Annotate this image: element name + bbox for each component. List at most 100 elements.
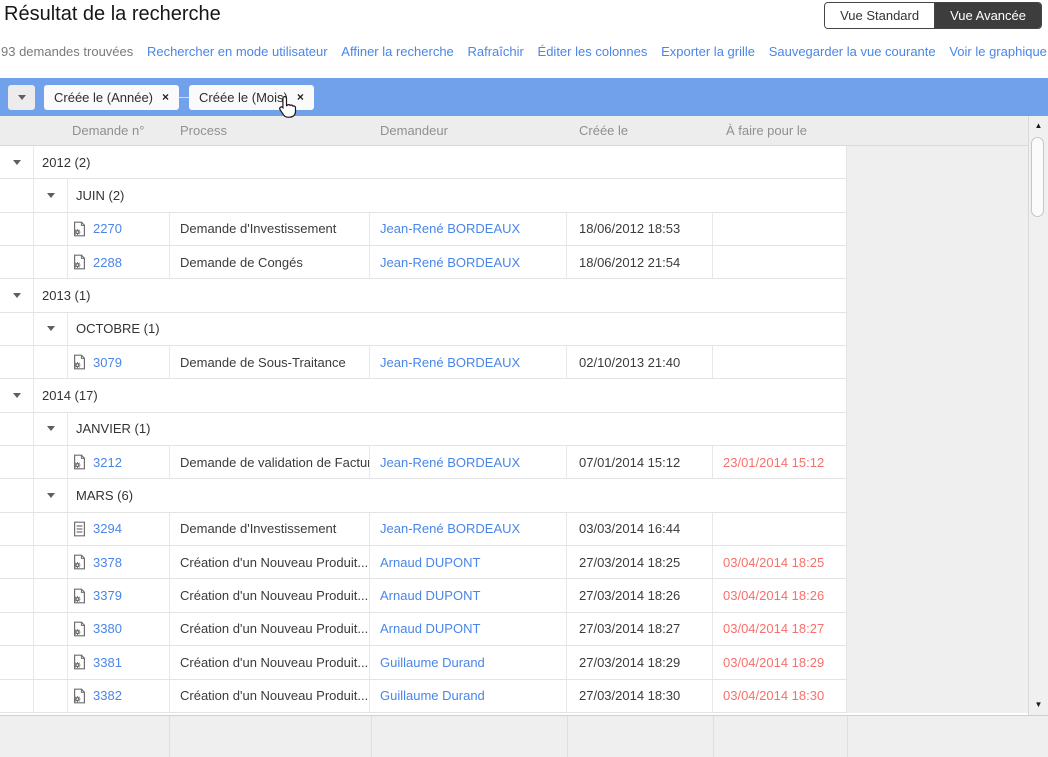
chevron-down-icon (17, 94, 26, 100)
due-cell (713, 246, 847, 278)
indent-cell (34, 212, 68, 246)
toolbar-link-3[interactable]: Éditer les colonnes (538, 44, 648, 59)
indent-cell (0, 246, 34, 279)
requester-cell: Jean-René BORDEAUX (370, 512, 567, 546)
requester-link[interactable]: Arnaud DUPONT (380, 588, 480, 603)
indent-cell (34, 612, 68, 646)
chip-remove-icon[interactable]: × (162, 91, 169, 103)
page-title: Résultat de la recherche (4, 3, 221, 25)
indent-cell (34, 646, 68, 679)
requester-link[interactable]: Jean-René BORDEAUX (380, 221, 520, 236)
toolbar-link-5[interactable]: Sauvegarder la vue courante (769, 44, 936, 59)
demande-link[interactable]: 3212 (93, 455, 122, 470)
demande-link[interactable]: 3378 (93, 555, 122, 570)
created-cell: 27/03/2014 18:25 (567, 546, 713, 579)
indent-cell (34, 446, 68, 479)
group-expander[interactable] (0, 146, 34, 179)
process-cell: Demande d'Investissement (170, 212, 370, 246)
demande-link[interactable]: 3079 (93, 355, 122, 370)
grouping-bar: Créée le (Année) × Créée le (Mois) × (0, 78, 1048, 116)
expander-triangle-icon (46, 426, 55, 432)
group-expander[interactable] (0, 379, 34, 412)
toolbar-link-2[interactable]: Rafraîchir (467, 44, 523, 59)
doc-gear-icon (72, 654, 87, 670)
demande-link[interactable]: 3380 (93, 621, 122, 636)
table-row: 3212 Demande de validation de Facture Jean… (0, 446, 847, 480)
toolbar-link-6[interactable]: Voir le graphique (949, 44, 1047, 59)
requester-cell: Arnaud DUPONT (370, 546, 567, 579)
scroll-up-button[interactable]: ▲ (1029, 116, 1048, 134)
requester-link[interactable]: Arnaud DUPONT (380, 621, 480, 636)
doc-gear-icon (72, 254, 87, 270)
indent-cell (0, 312, 34, 346)
column-header: Process (180, 123, 227, 138)
indent-cell (0, 412, 34, 446)
expander-triangle-icon (12, 293, 21, 299)
requester-link[interactable]: Arnaud DUPONT (380, 555, 480, 570)
footer-column-line (713, 716, 714, 757)
process-cell: Création d'un Nouveau Produit... (170, 579, 370, 612)
group-row-month: OCTOBRE (1) (0, 312, 847, 347)
requester-link[interactable]: Jean-René BORDEAUX (380, 521, 520, 536)
due-cell: 03/04/2014 18:26 (723, 588, 825, 604)
demande-link[interactable]: 3379 (93, 588, 122, 603)
toolbar-link-0[interactable]: Rechercher en mode utilisateur (147, 44, 328, 59)
chip-remove-icon[interactable]: × (297, 91, 304, 103)
demande-link[interactable]: 2270 (93, 221, 122, 236)
indent-cell (0, 512, 34, 546)
group-label: JUIN (2) (76, 188, 125, 204)
group-row-month: JUIN (2) (0, 179, 847, 213)
due-cell: 03/04/2014 18:30 (723, 688, 825, 704)
expander-triangle-icon (46, 493, 55, 499)
group-label: 2013 (1) (42, 288, 91, 304)
requester-link[interactable]: Jean-René BORDEAUX (380, 455, 520, 470)
demande-link[interactable]: 3294 (93, 521, 122, 536)
group-chip[interactable]: Créée le (Mois) × (189, 84, 314, 110)
requester-link[interactable]: Guillaume Durand (380, 688, 485, 703)
table-row: 3378 Création d'un Nouveau Produit... Arna… (0, 546, 847, 580)
process-cell: Demande de validation de Facture (170, 446, 370, 479)
scroll-down-button[interactable]: ▼ (1029, 695, 1048, 713)
requester-cell: Jean-René BORDEAUX (370, 446, 567, 479)
demande-link[interactable]: 2288 (93, 255, 122, 270)
toolbar-link-1[interactable]: Affiner la recherche (341, 44, 454, 59)
demande-link[interactable]: 3382 (93, 688, 122, 703)
requester-link[interactable]: Jean-René BORDEAUX (380, 255, 520, 270)
grouping-dropdown-button[interactable] (8, 84, 35, 110)
group-expander[interactable] (34, 412, 68, 446)
toolbar-link-4[interactable]: Exporter la grille (661, 44, 755, 59)
scrollbar-thumb[interactable] (1031, 137, 1044, 217)
group-chip-label: Créée le (Année) (54, 89, 153, 105)
indent-cell (0, 612, 34, 646)
requester-cell: Jean-René BORDEAUX (370, 346, 567, 379)
doc-lines-icon (72, 521, 87, 537)
footer-column-line (567, 716, 568, 757)
group-row-year: 2012 (2) (0, 146, 847, 180)
doc-gear-icon (72, 621, 87, 637)
indent-cell (34, 512, 68, 546)
group-chip[interactable]: Créée le (Année) × (44, 84, 180, 110)
vue-standard-button[interactable]: Vue Standard (825, 3, 936, 28)
requester-link[interactable]: Jean-René BORDEAUX (380, 355, 520, 370)
demande-cell: 3382 (68, 679, 170, 712)
table-row: 2270 Demande d'Investissement Jean-René BO… (0, 212, 847, 247)
vertical-scrollbar[interactable]: ▲ ▼ (1028, 116, 1048, 715)
indent-cell (34, 546, 68, 579)
expander-triangle-icon (46, 193, 55, 199)
demande-link[interactable]: 3381 (93, 655, 122, 670)
group-expander[interactable] (34, 312, 68, 346)
indent-cell (0, 212, 34, 246)
demande-cell: 3294 (68, 512, 170, 546)
demande-cell: 3381 (68, 646, 170, 679)
process-cell: Création d'un Nouveau Produit... (170, 546, 370, 579)
grid-header-row: Demande n° Process Demandeur Créée le À fair… (0, 116, 1028, 146)
group-expander[interactable] (34, 479, 68, 512)
vue-avancee-button[interactable]: Vue Avancée (935, 3, 1041, 28)
results-toolbar: 93 demandes trouvées Rechercher en mode … (1, 44, 1047, 59)
requester-link[interactable]: Guillaume Durand (380, 655, 485, 670)
group-expander[interactable] (34, 179, 68, 212)
expander-triangle-icon (46, 326, 55, 332)
group-expander[interactable] (0, 279, 34, 312)
indent-cell (34, 346, 68, 379)
demande-cell: 3379 (68, 579, 170, 612)
